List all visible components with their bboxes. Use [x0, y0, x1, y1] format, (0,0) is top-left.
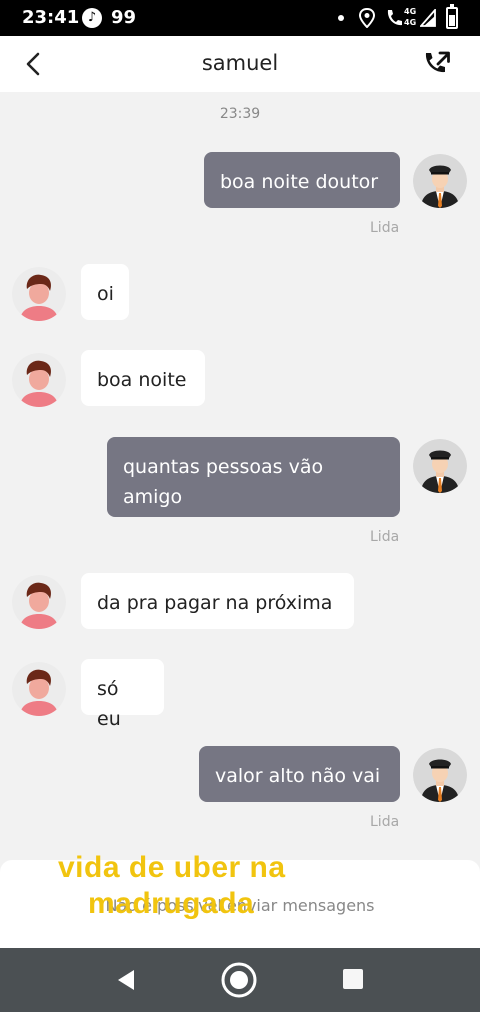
read-receipt: Lida — [370, 814, 400, 830]
battery-icon — [446, 4, 458, 29]
notification-dot-icon — [338, 15, 344, 21]
tiktok-notification-icon: ♪ — [82, 8, 102, 28]
chat-timestamp: 23:39 — [219, 106, 261, 122]
contact-name: samuel — [201, 51, 279, 75]
driver-avatar — [413, 154, 467, 208]
system-navigation-bar — [0, 948, 480, 1012]
driver-avatar — [413, 748, 467, 802]
phone-callback-icon[interactable] — [420, 48, 454, 80]
signal-icon — [420, 9, 436, 27]
message-bubble[interactable]: valor alto não vai — [199, 746, 400, 802]
passenger-avatar — [12, 267, 66, 321]
message-bubble[interactable]: boa noite — [81, 350, 205, 406]
message-bubble[interactable]: quantas pessoas vão amigo — [107, 437, 400, 517]
notification-count: 99 — [111, 7, 137, 28]
network-4g-label-2: 4G — [404, 18, 417, 27]
read-receipt: Lida — [370, 529, 400, 545]
passenger-avatar — [12, 662, 66, 716]
nav-back-icon[interactable] — [114, 968, 138, 992]
status-bar: 23:41 ♪ 99 4G 4G — [0, 0, 480, 36]
chat-header: samuel — [0, 36, 480, 92]
status-time: 23:41 — [22, 7, 80, 28]
network-4g-label-1: 4G — [404, 7, 417, 16]
passenger-avatar — [12, 575, 66, 629]
nav-recents-icon[interactable] — [343, 969, 363, 989]
video-caption-overlay: vida de uber na madrugada — [58, 850, 358, 922]
caption-line-2: madrugada — [88, 887, 255, 920]
driver-avatar — [413, 439, 467, 493]
message-bubble[interactable]: oi — [81, 264, 129, 320]
read-receipt: Lida — [370, 220, 400, 236]
caption-line-1: vida de uber na — [58, 851, 286, 884]
nav-home-icon[interactable] — [220, 961, 258, 999]
message-bubble[interactable]: boa noite doutor — [204, 152, 400, 208]
message-bubble[interactable]: da pra pagar na próxima — [81, 573, 354, 629]
wifi-calling-icon — [387, 10, 402, 26]
passenger-avatar — [12, 353, 66, 407]
message-list[interactable]: 23:39 boa noite doutor Lida oi boa noite… — [0, 92, 480, 860]
location-icon — [358, 8, 376, 28]
message-bubble[interactable]: só eu — [81, 659, 164, 730]
